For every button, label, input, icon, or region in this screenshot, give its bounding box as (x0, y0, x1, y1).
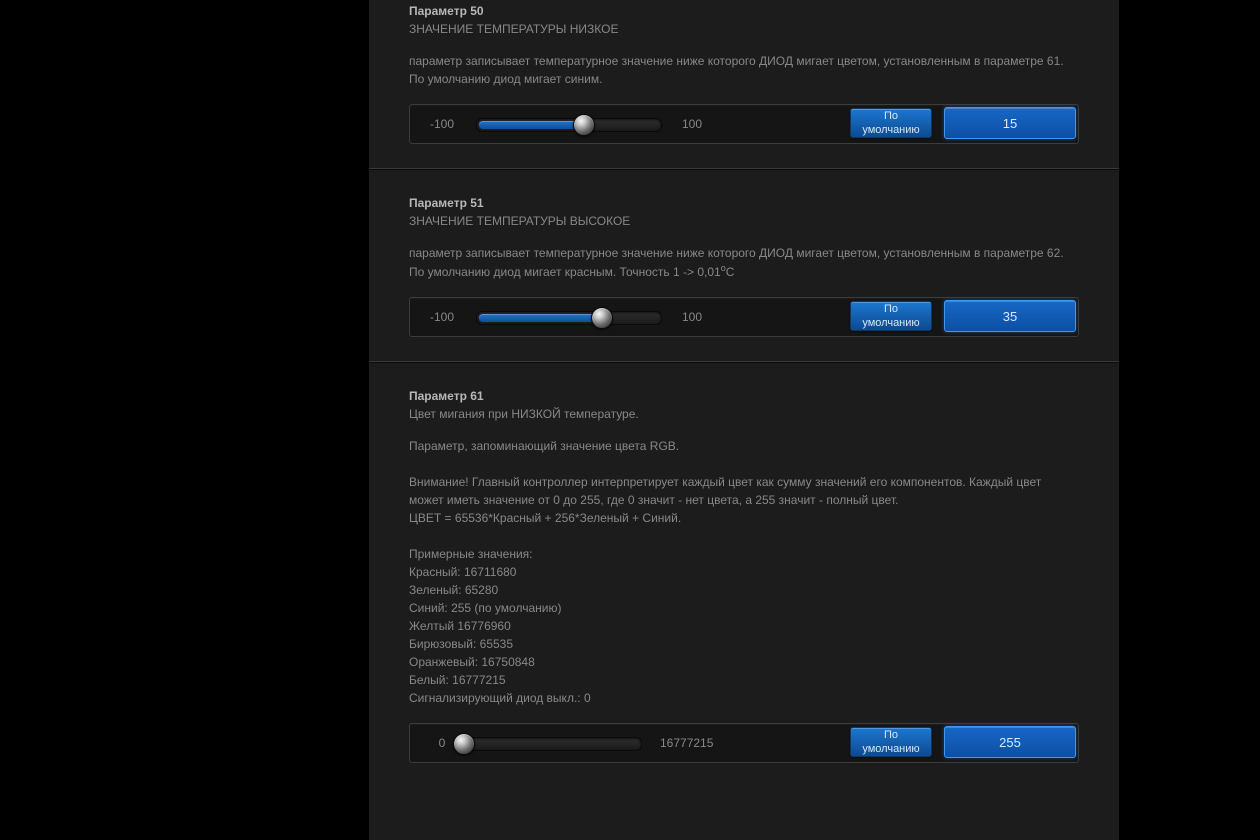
param-description: параметр записывает температурное значен… (409, 244, 1079, 281)
parameter-block-51: Параметр 51 ЗНАЧЕНИЕ ТЕМПЕРАТУРЫ ВЫСОКОЕ… (369, 169, 1119, 362)
slider-fill (479, 314, 603, 322)
slider-value-input[interactable]: 15 (944, 107, 1076, 139)
param-subtitle: ЗНАЧЕНИЕ ТЕМПЕРАТУРЫ НИЗКОЕ (409, 22, 1079, 36)
default-button[interactable]: Поумолчанию (850, 108, 932, 138)
param-description: параметр записывает температурное значен… (409, 52, 1079, 88)
slider-min-label: -100 (410, 298, 474, 336)
slider-track[interactable] (476, 118, 662, 132)
slider-container: -100 100 Поумолчанию 35 (409, 297, 1079, 337)
default-button[interactable]: Поумолчанию (850, 301, 932, 331)
param-description: Параметр, запоминающий значение цвета RG… (409, 437, 1079, 707)
slider-max-label: 100 (670, 105, 772, 143)
slider-container: 0 16777215 Поумолчанию 255 (409, 723, 1079, 763)
parameter-block-50: Параметр 50 ЗНАЧЕНИЕ ТЕМПЕРАТУРЫ НИЗКОЕ … (369, 0, 1119, 169)
slider-knob[interactable] (573, 114, 595, 136)
slider-min-label: -100 (410, 105, 474, 143)
slider-track[interactable] (456, 737, 642, 751)
slider-value-input[interactable]: 255 (944, 726, 1076, 758)
slider-max-label: 100 (670, 298, 772, 336)
param-subtitle: ЗНАЧЕНИЕ ТЕМПЕРАТУРЫ ВЫСОКОЕ (409, 214, 1079, 228)
slider-fill (479, 121, 585, 129)
param-title: Параметр 50 (409, 4, 1079, 18)
slider-value-input[interactable]: 35 (944, 300, 1076, 332)
param-title: Параметр 51 (409, 196, 1079, 210)
parameters-panel: Параметр 50 ЗНАЧЕНИЕ ТЕМПЕРАТУРЫ НИЗКОЕ … (369, 0, 1119, 840)
slider-knob[interactable] (453, 733, 475, 755)
slider-track[interactable] (476, 311, 662, 325)
default-button[interactable]: Поумолчанию (850, 727, 932, 757)
param-title: Параметр 61 (409, 389, 1079, 403)
slider-max-label: 16777215 (648, 724, 750, 762)
slider-container: -100 100 Поумолчанию 15 (409, 104, 1079, 144)
parameter-block-61: Параметр 61 Цвет мигания при НИЗКОЙ темп… (369, 362, 1119, 787)
slider-knob[interactable] (591, 307, 613, 329)
param-subtitle: Цвет мигания при НИЗКОЙ температуре. (409, 407, 1079, 421)
